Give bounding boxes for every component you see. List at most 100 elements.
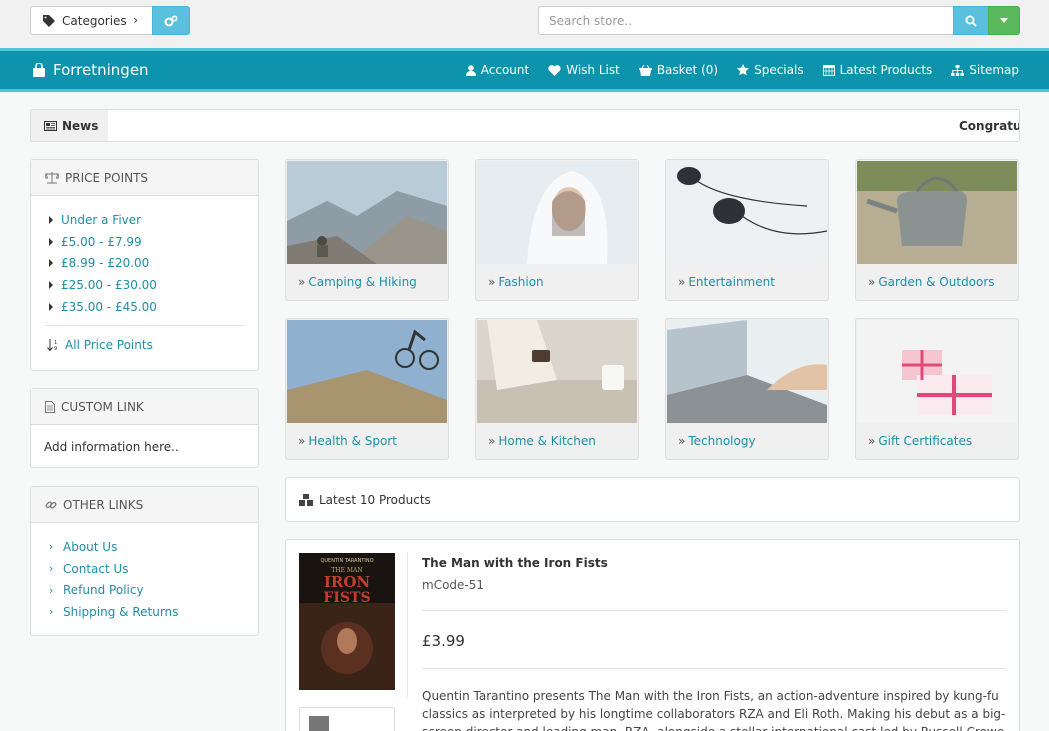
nav-sitemap[interactable]: Sitemap <box>951 63 1019 77</box>
price-point-link[interactable]: Under a Fiver <box>61 213 141 227</box>
list-item[interactable]: £35.00 - £45.00 <box>49 296 258 318</box>
categories-button[interactable]: Categories › <box>30 6 153 35</box>
price-point-link[interactable]: £8.99 - £20.00 <box>61 256 149 270</box>
latest-products-title: Latest 10 Products <box>319 492 431 507</box>
news-text[interactable]: Congratulations <box>959 119 1019 133</box>
list-item[interactable]: › Refund Policy <box>49 579 258 601</box>
category-card-gift[interactable]: » Gift Certificates <box>855 318 1019 460</box>
price-point-link[interactable]: £5.00 - £7.99 <box>61 235 142 249</box>
caret-right-icon <box>49 302 53 311</box>
category-label: Health & Sport <box>308 434 397 448</box>
nav-wishlist-label: Wish List <box>566 63 620 77</box>
list-item[interactable]: Under a Fiver <box>49 209 258 231</box>
category-label: Garden & Outdoors <box>878 275 995 289</box>
category-image-garden[interactable] <box>857 161 1017 264</box>
category-image-fashion[interactable] <box>477 161 637 264</box>
category-label: Fashion <box>498 275 544 289</box>
shipping-returns-link[interactable]: Shipping & Returns <box>63 605 178 619</box>
product-thumbnail[interactable] <box>299 707 395 731</box>
all-price-points-label: All Price Points <box>65 338 153 353</box>
category-image-camping[interactable] <box>287 161 447 264</box>
category-link[interactable]: » Technology <box>678 434 756 448</box>
category-image-entertainment[interactable] <box>667 161 827 264</box>
cover-iron-text: IRON <box>324 573 371 591</box>
category-label: Home & Kitchen <box>498 434 596 448</box>
category-link[interactable]: » Garden & Outdoors <box>868 275 995 289</box>
nav-latest-products-label: Latest Products <box>839 63 933 77</box>
category-link[interactable]: » Camping & Hiking <box>298 275 417 289</box>
calendar-icon <box>822 65 835 76</box>
tags-icon <box>43 14 55 27</box>
newspaper-icon <box>44 120 57 131</box>
brand-name: Forretningen <box>53 61 149 79</box>
product-price: £3.99 <box>422 632 465 650</box>
settings-button[interactable] <box>152 6 190 35</box>
angle-double-right-icon: » <box>678 434 686 448</box>
list-item[interactable]: £25.00 - £30.00 <box>49 274 258 296</box>
caret-right-icon <box>49 280 53 289</box>
heart-icon <box>548 64 561 76</box>
category-label: Entertainment <box>688 275 775 289</box>
nav-wishlist[interactable]: Wish List <box>548 63 620 77</box>
category-image-health[interactable] <box>287 320 447 423</box>
about-us-link[interactable]: About Us <box>63 540 117 554</box>
brand-link[interactable]: Forretningen <box>32 61 149 79</box>
chevron-right-icon: › <box>133 13 138 27</box>
search-input[interactable] <box>538 6 954 35</box>
chevron-right-icon: › <box>49 583 54 597</box>
category-card-technology[interactable]: » Technology <box>665 318 829 460</box>
basket-icon <box>638 64 652 76</box>
divider <box>407 552 408 697</box>
category-card-camping[interactable]: » Camping & Hiking <box>285 159 449 301</box>
caret-right-icon <box>49 215 53 224</box>
star-icon <box>737 64 750 76</box>
search-options-button[interactable] <box>988 6 1020 35</box>
other-links-panel: OTHER LINKS › About Us › Contact Us › Refun… <box>30 486 259 636</box>
refund-policy-link[interactable]: Refund Policy <box>63 583 144 597</box>
category-image-gift[interactable] <box>857 320 1017 423</box>
nav-latest-products[interactable]: Latest Products <box>822 63 933 77</box>
caret-right-icon <box>49 237 53 246</box>
product-title[interactable]: The Man with the Iron Fists <box>422 556 608 570</box>
category-card-entertainment[interactable]: » Entertainment <box>665 159 829 301</box>
link-icon <box>45 500 57 509</box>
sort-numeric-icon: 19 <box>47 339 57 352</box>
search-button[interactable] <box>953 6 989 35</box>
category-link[interactable]: » Health & Sport <box>298 434 397 448</box>
category-image-home[interactable] <box>477 320 637 423</box>
angle-double-right-icon: » <box>678 275 686 289</box>
category-image-technology[interactable] <box>667 320 827 423</box>
product-cover-image[interactable]: QUENTIN TARANTINO THE MAN IRON FISTS <box>299 553 395 690</box>
price-points-list: Under a Fiver £5.00 - £7.99 £8.99 - £20.… <box>31 196 258 317</box>
price-point-link[interactable]: £35.00 - £45.00 <box>61 300 157 314</box>
nav-account[interactable]: Account <box>465 63 529 77</box>
cubes-icon <box>299 493 313 506</box>
nav-specials-label: Specials <box>754 63 804 77</box>
contact-us-link[interactable]: Contact Us <box>63 562 129 576</box>
category-link[interactable]: » Gift Certificates <box>868 434 972 448</box>
chevron-right-icon: › <box>49 605 54 619</box>
sitemap-icon <box>951 64 965 76</box>
list-item[interactable]: › Contact Us <box>49 558 258 580</box>
news-label: News <box>62 118 99 133</box>
list-item[interactable]: › About Us <box>49 536 258 558</box>
list-item[interactable]: £8.99 - £20.00 <box>49 252 258 274</box>
category-card-fashion[interactable]: » Fashion <box>475 159 639 301</box>
custom-link-title: CUSTOM LINK <box>61 399 144 414</box>
nav-basket[interactable]: Basket (0) <box>638 63 719 77</box>
all-price-points-link[interactable]: 19 All Price Points <box>31 326 258 352</box>
nav-specials[interactable]: Specials <box>737 63 804 77</box>
chevron-right-icon: › <box>49 562 54 576</box>
category-link[interactable]: » Fashion <box>488 275 544 289</box>
price-point-link[interactable]: £25.00 - £30.00 <box>61 278 157 292</box>
category-card-home[interactable]: » Home & Kitchen <box>475 318 639 460</box>
list-item[interactable]: › Shipping & Returns <box>49 601 258 623</box>
category-card-health[interactable]: » Health & Sport <box>285 318 449 460</box>
list-item[interactable]: £5.00 - £7.99 <box>49 231 258 253</box>
category-card-garden[interactable]: » Garden & Outdoors <box>855 159 1019 301</box>
nav-sitemap-label: Sitemap <box>969 63 1019 77</box>
product-description: Quentin Tarantino presents The Man with … <box>422 689 1006 731</box>
category-link[interactable]: » Entertainment <box>678 275 775 289</box>
nav-basket-label: Basket (0) <box>656 63 719 77</box>
category-link[interactable]: » Home & Kitchen <box>488 434 596 448</box>
